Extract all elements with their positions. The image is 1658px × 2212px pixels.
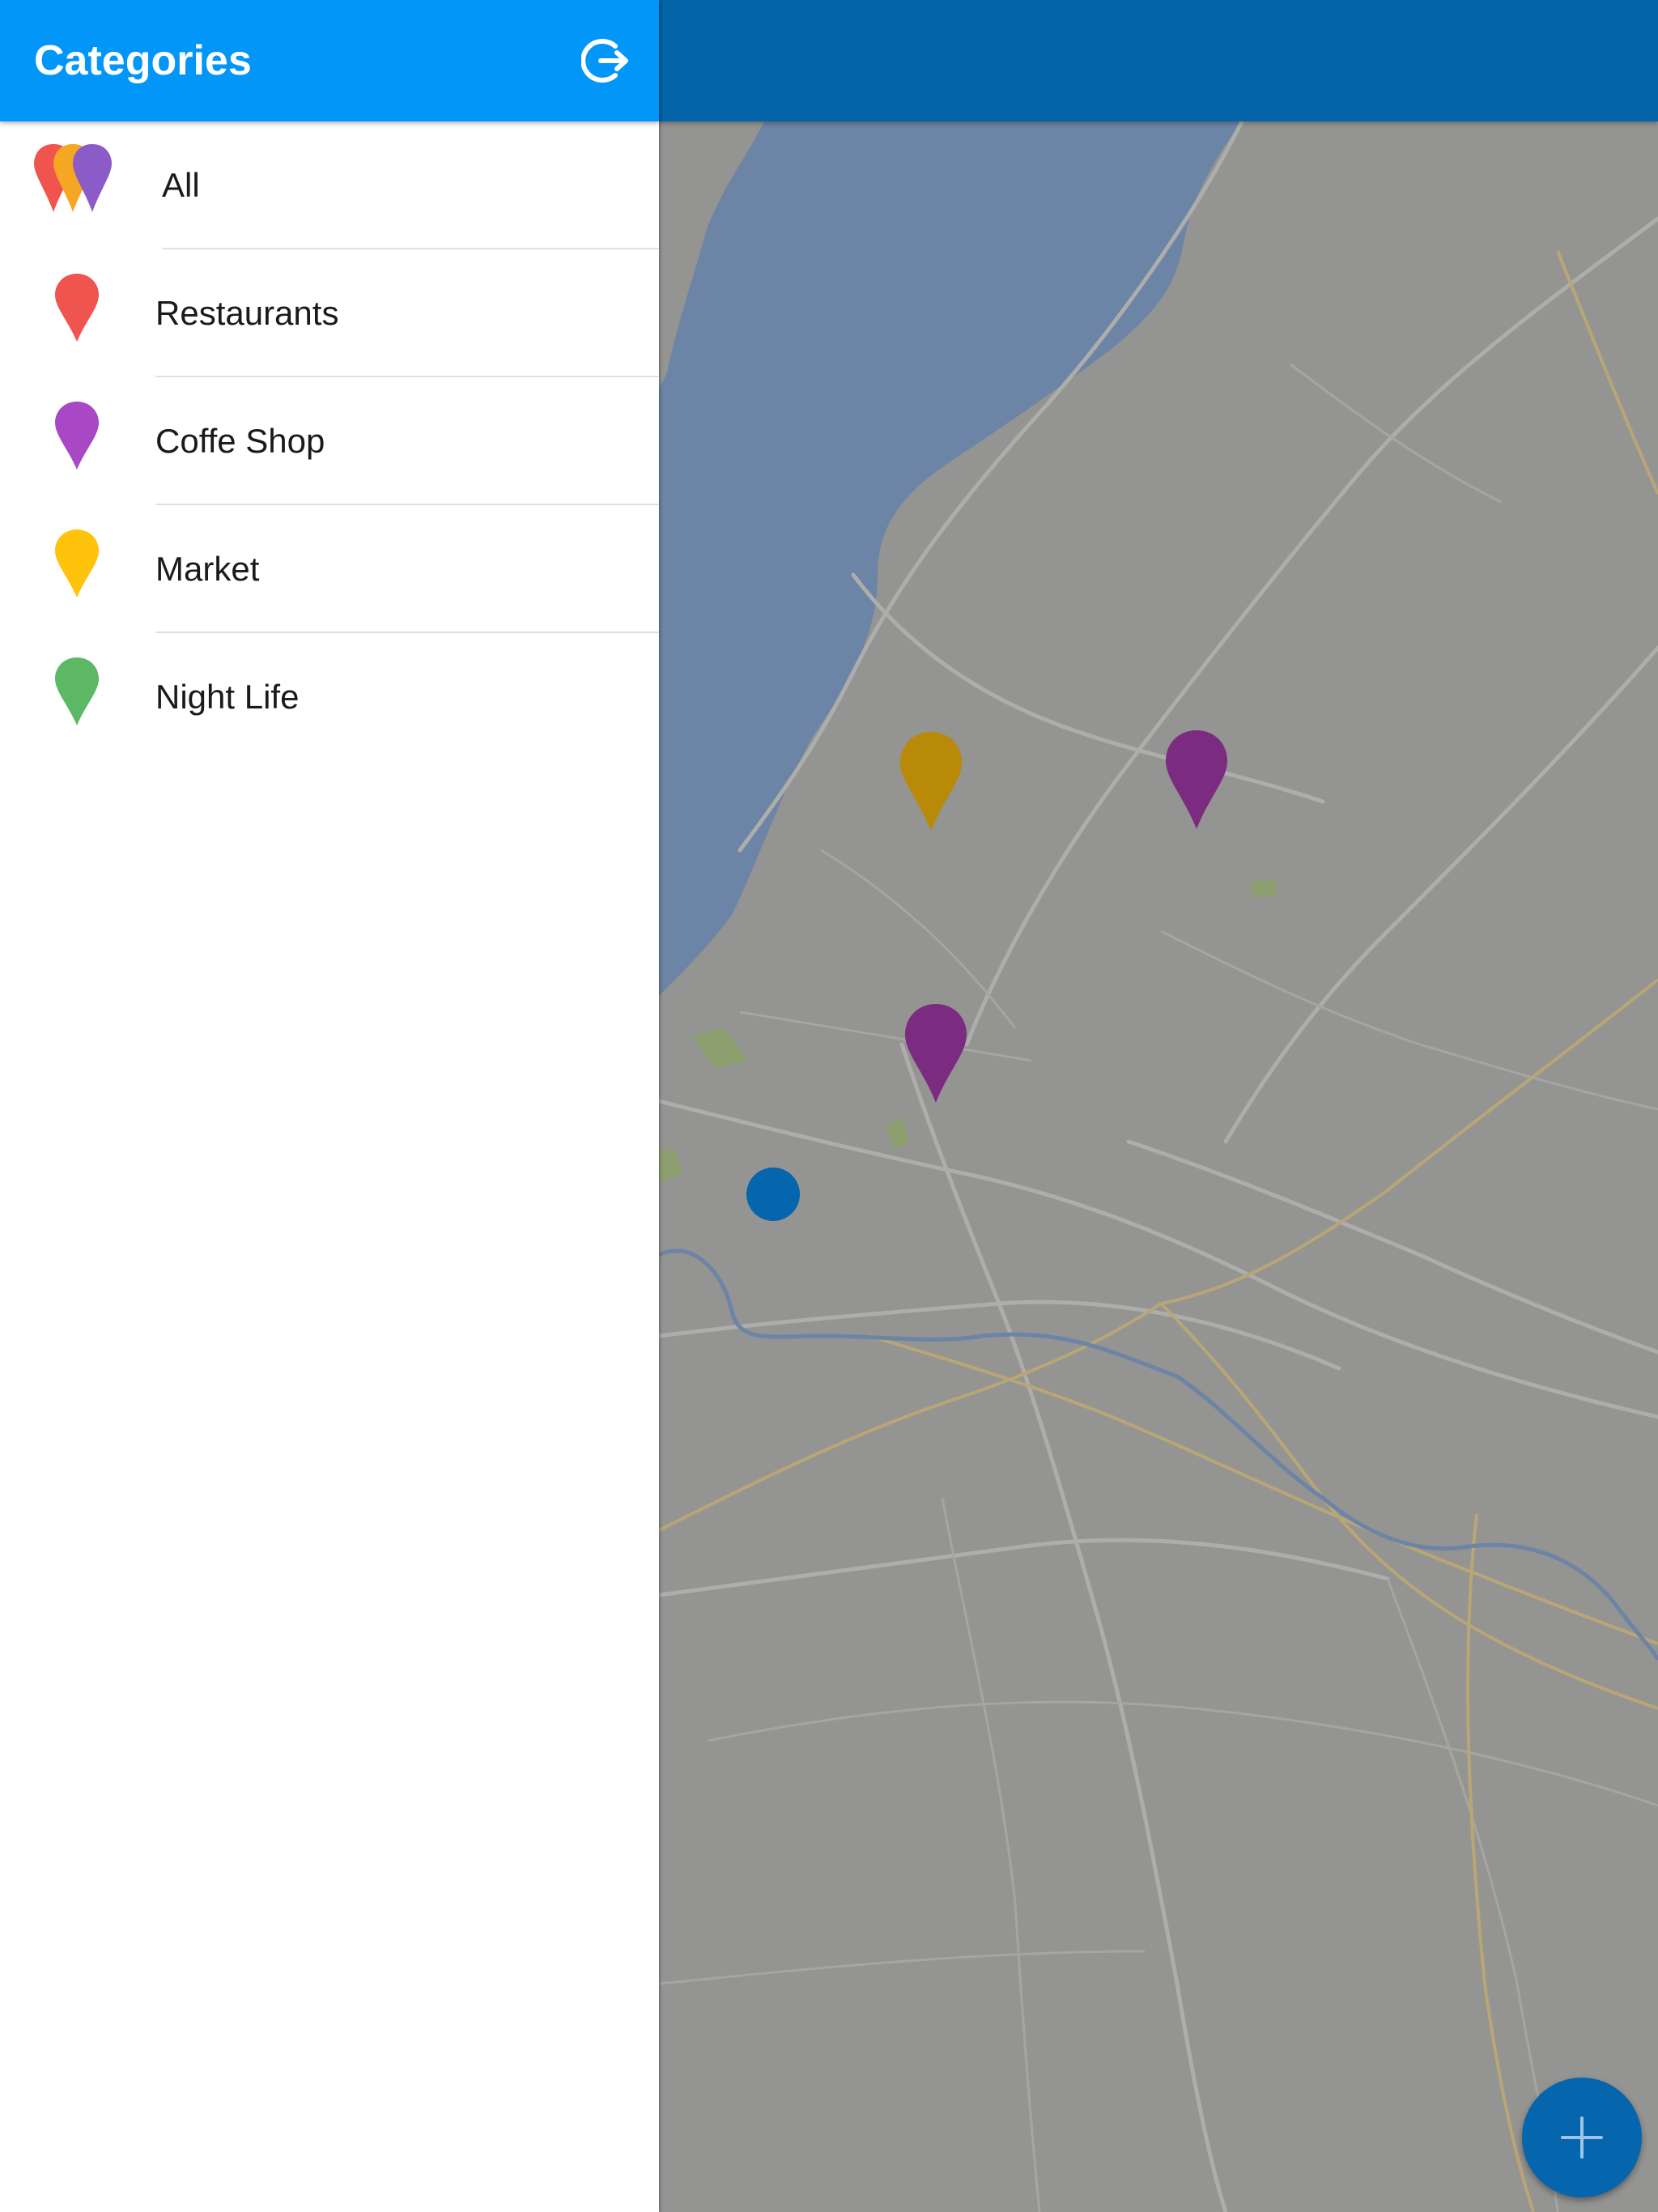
- pin-icon: [31, 398, 128, 479]
- category-item-night-life[interactable]: Night Life: [0, 633, 659, 761]
- map-canvas: [659, 121, 1658, 2212]
- logout-button[interactable]: [580, 35, 633, 87]
- category-label-night-life: Night Life: [155, 678, 300, 716]
- market-marker[interactable]: [899, 730, 963, 832]
- pin-icon: [31, 654, 128, 735]
- category-label-all: All: [162, 166, 200, 204]
- lake: [659, 121, 1242, 996]
- category-item-coffe-shop[interactable]: Coffe Shop: [0, 377, 659, 505]
- user-location-dot: [746, 1168, 800, 1221]
- add-place-button[interactable]: [1522, 2078, 1642, 2197]
- coffe-shop-marker[interactable]: [903, 1002, 968, 1104]
- coffe-shop-marker[interactable]: [1164, 729, 1229, 831]
- map-view[interactable]: [659, 121, 1658, 2212]
- parks: [659, 878, 1278, 1182]
- categories-drawer: Categories All Restaurants Coffe Shop Ma…: [0, 0, 659, 2212]
- category-item-market[interactable]: Market: [0, 505, 659, 633]
- plus-icon: [1561, 2116, 1603, 2159]
- pin-icon: [31, 270, 128, 351]
- category-item-all[interactable]: All: [0, 121, 659, 249]
- category-label-restaurants: Restaurants: [155, 294, 339, 332]
- category-label-coffe-shop: Coffe Shop: [155, 422, 325, 460]
- multi-pin-icon: [31, 143, 128, 223]
- logout-icon: [580, 39, 628, 83]
- pin-icon: [31, 526, 128, 607]
- drawer-header: Categories: [0, 0, 659, 121]
- category-item-restaurants[interactable]: Restaurants: [0, 249, 659, 377]
- category-label-market: Market: [155, 550, 260, 588]
- drawer-title: Categories: [34, 37, 252, 84]
- category-list: All Restaurants Coffe Shop Market Night …: [0, 121, 659, 761]
- map-toolbar: [659, 0, 1658, 121]
